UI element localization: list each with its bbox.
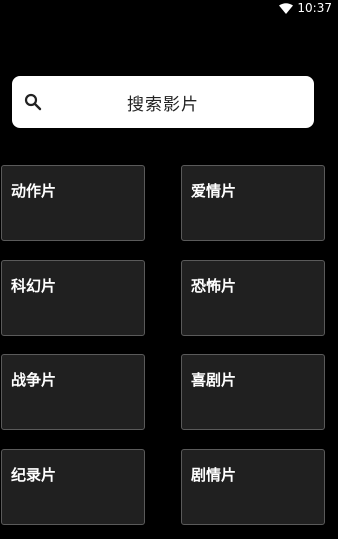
category-grid: 动作片 爱情片 科幻片 恐怖片 战争片 喜剧片 纪录片 剧情片	[0, 0, 338, 539]
category-label: 爱情片	[191, 182, 237, 200]
category-tile-scifi[interactable]: 科幻片	[1, 260, 145, 336]
category-tile-action[interactable]: 动作片	[1, 165, 145, 241]
category-tile-horror[interactable]: 恐怖片	[181, 260, 325, 336]
category-label: 恐怖片	[191, 277, 237, 295]
category-label: 纪录片	[11, 466, 57, 484]
app-screen: 10:37 搜索影片 动作片 爱情片 科幻片 恐怖片 战争片 喜剧片 纪录片 剧…	[0, 0, 338, 539]
category-label: 剧情片	[191, 466, 237, 484]
category-tile-comedy[interactable]: 喜剧片	[181, 354, 325, 430]
category-label: 科幻片	[11, 277, 57, 295]
category-tile-romance[interactable]: 爱情片	[181, 165, 325, 241]
category-tile-drama[interactable]: 剧情片	[181, 449, 325, 525]
category-label: 喜剧片	[191, 371, 237, 389]
category-label: 战争片	[11, 371, 57, 389]
category-label: 动作片	[11, 182, 57, 200]
category-tile-documentary[interactable]: 纪录片	[1, 449, 145, 525]
category-tile-war[interactable]: 战争片	[1, 354, 145, 430]
